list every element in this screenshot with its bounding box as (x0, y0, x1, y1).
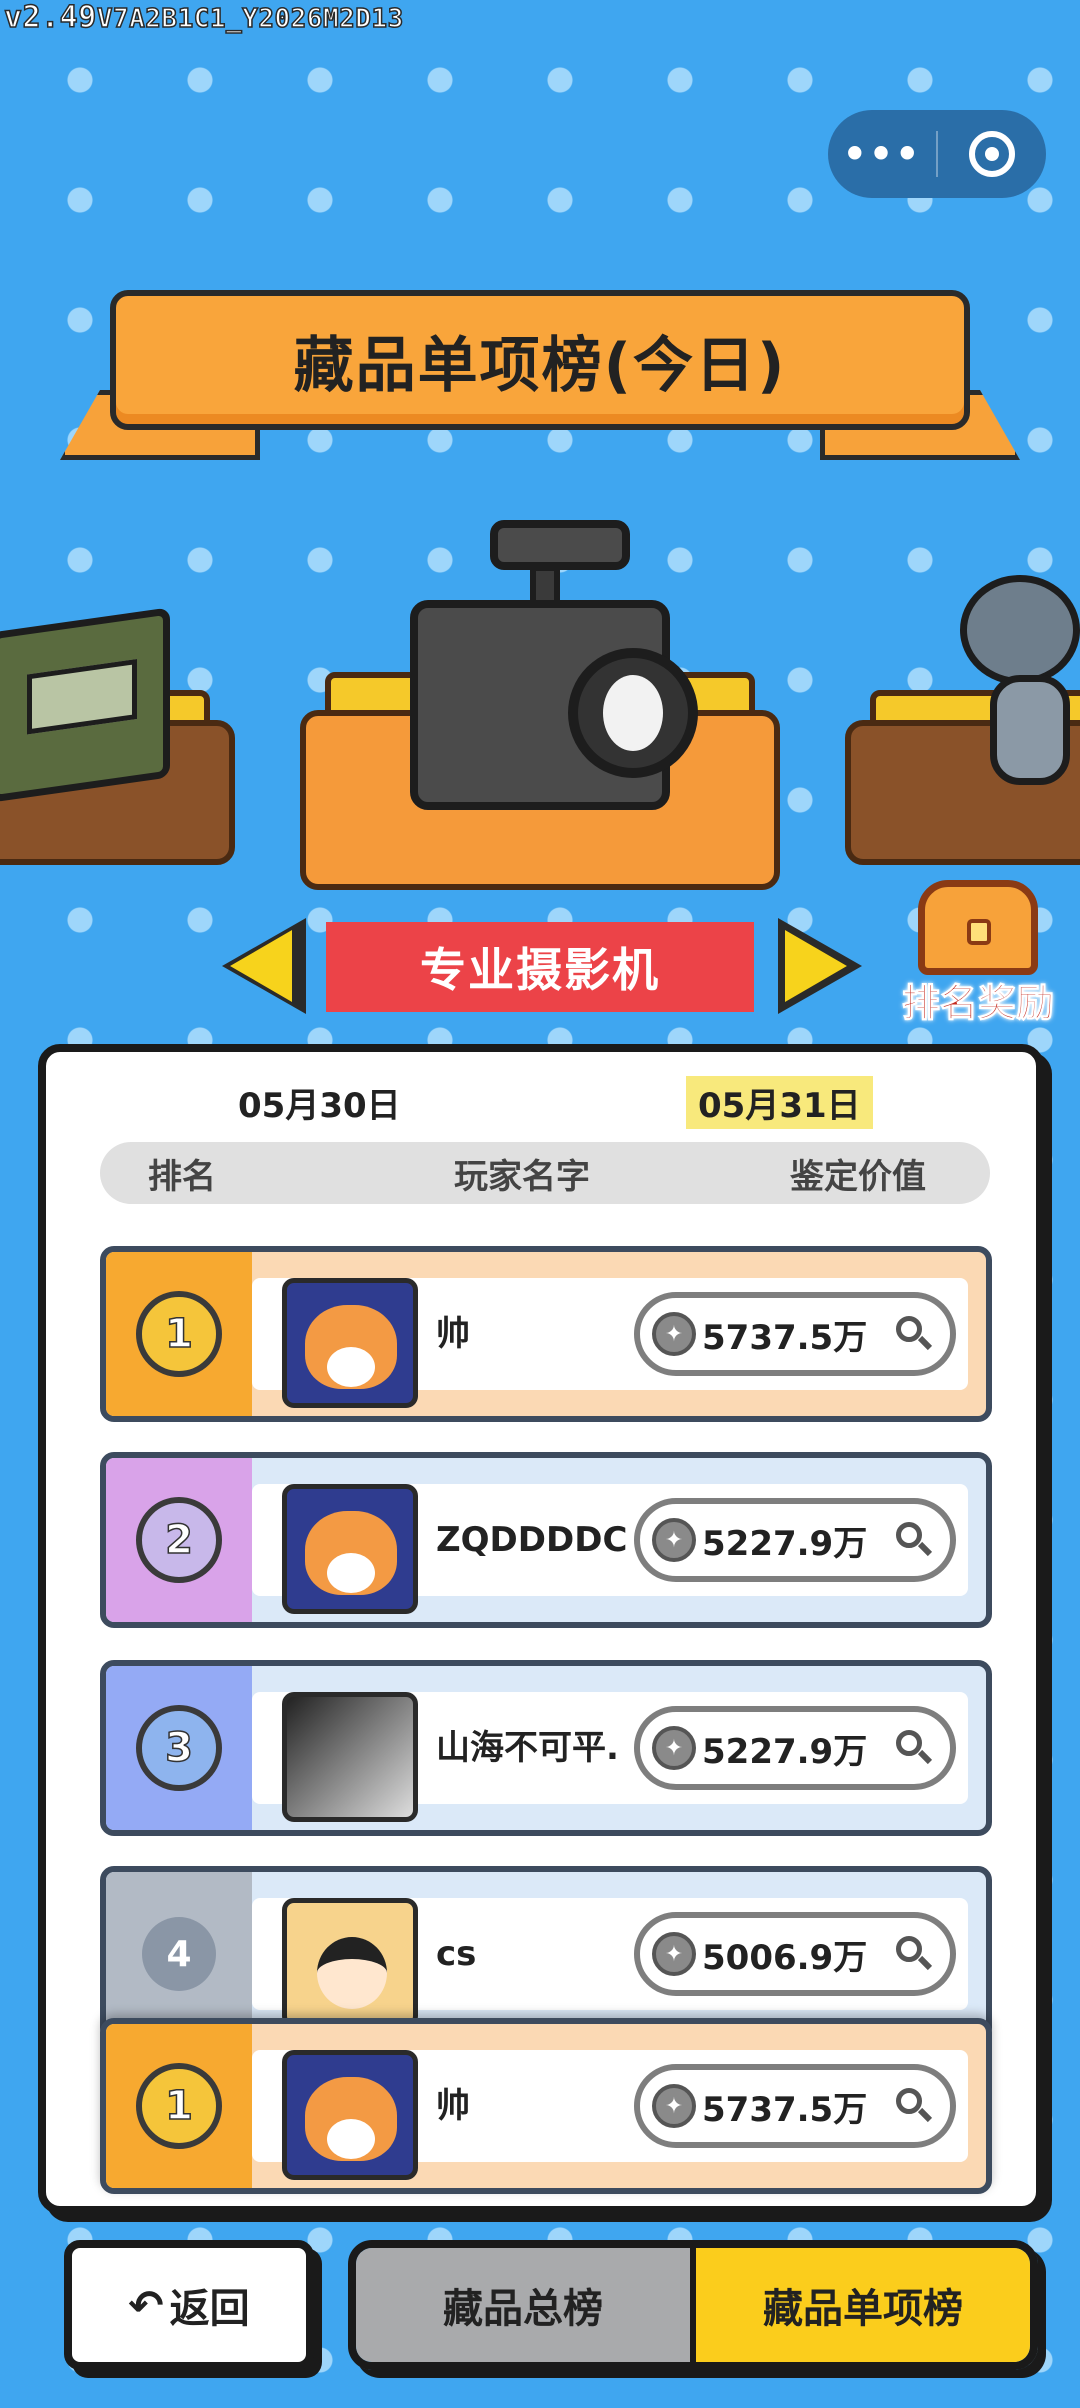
arrow-right-icon[interactable] (785, 930, 847, 1002)
avatar[interactable] (282, 2050, 418, 2180)
player-name: ZQDDDDC (436, 1520, 628, 1560)
mini-program-capsule: ••• (828, 110, 1046, 198)
search-icon[interactable] (896, 1936, 933, 1972)
rank-number: 4 (142, 1917, 216, 1991)
tab-single-ranking[interactable]: 藏品单项榜 (696, 2248, 1030, 2362)
value-pill[interactable]: ✦ 5737.5万 (634, 1292, 956, 1376)
bronze-medal-icon: 3 (136, 1705, 222, 1791)
header-rank: 排名 (148, 1156, 216, 1197)
date-tab-prev[interactable]: 05月30日 (226, 1076, 413, 1129)
appraised-value: 5737.5万 (702, 2089, 868, 2130)
avatar[interactable] (282, 1278, 418, 1408)
coin-icon: ✦ (652, 1726, 696, 1770)
header-player: 玩家名字 (454, 1156, 590, 1197)
version-label: v2.49V7A2B1C1_Y2026M2D13 (3, 0, 404, 36)
back-label: 返回 (169, 2286, 250, 2332)
appraised-value: 5227.9万 (702, 1731, 868, 1772)
appraised-value: 5006.9万 (702, 1937, 868, 1978)
laptop-collectible-icon[interactable] (0, 607, 170, 803)
page-title: 藏品单项榜(今日) (293, 330, 787, 401)
header-value: 鉴定价值 (790, 1156, 926, 1197)
back-button[interactable]: ↶ 返回 (64, 2240, 314, 2370)
my-rank-row[interactable]: 1 帅 ✦ 5737.5万 (100, 2018, 992, 2194)
search-icon[interactable] (896, 1730, 933, 1766)
gold-medal-icon: 1 (136, 2063, 222, 2149)
date-tab-current[interactable]: 05月31日 (686, 1076, 873, 1129)
camera-collectible-icon (410, 600, 698, 810)
coin-icon: ✦ (652, 2084, 696, 2128)
player-name: 山海不可平. (436, 1728, 619, 1768)
value-pill[interactable]: ✦ 5006.9万 (634, 1912, 956, 1996)
value-pill[interactable]: ✦ 5737.5万 (634, 2064, 956, 2148)
player-name: cs (436, 1934, 477, 1974)
title-banner: 藏品单项榜(今日) (60, 290, 1020, 470)
rank-reward-button[interactable]: 排名奖励 (888, 880, 1068, 1030)
coin-icon: ✦ (652, 1518, 696, 1562)
item-name-label: 专业摄影机 (326, 922, 754, 1012)
robot-collectible-icon[interactable] (960, 575, 1080, 795)
gold-medal-icon: 1 (136, 1291, 222, 1377)
search-icon[interactable] (896, 1522, 933, 1558)
table-row[interactable]: 3 山海不可平. ✦ 5227.9万 (100, 1660, 992, 1836)
treasure-chest-icon (918, 880, 1038, 975)
back-arrow-icon: ↶ (128, 2280, 164, 2330)
table-row[interactable]: 4 cs ✦ 5006.9万 (100, 1866, 992, 2042)
leaderboard-tabs: 藏品总榜 藏品单项榜 (348, 2240, 1038, 2370)
player-name: 帅 (436, 2086, 470, 2126)
player-name: 帅 (436, 1314, 470, 1354)
coin-icon: ✦ (652, 1932, 696, 1976)
arrow-left-icon[interactable] (230, 930, 292, 1002)
more-dots-icon[interactable]: ••• (828, 132, 936, 176)
search-icon[interactable] (896, 2088, 933, 2124)
rank-reward-label: 排名奖励 (901, 981, 1054, 1026)
target-icon[interactable] (938, 131, 1046, 177)
table-row[interactable]: 1 帅 ✦ 5737.5万 (100, 1246, 992, 1422)
camera-viewfinder (490, 520, 630, 570)
coin-icon: ✦ (652, 1312, 696, 1356)
appraised-value: 5737.5万 (702, 1317, 868, 1358)
avatar[interactable] (282, 1898, 418, 2028)
appraised-value: 5227.9万 (702, 1523, 868, 1564)
avatar[interactable] (282, 1692, 418, 1822)
table-header: 排名 玩家名字 鉴定价值 (100, 1142, 990, 1204)
silver-medal-icon: 2 (136, 1497, 222, 1583)
table-row[interactable]: 2 ZQDDDDC ✦ 5227.9万 (100, 1452, 992, 1628)
avatar[interactable] (282, 1484, 418, 1614)
value-pill[interactable]: ✦ 5227.9万 (634, 1498, 956, 1582)
leaderboard-panel: 05月30日 05月31日 排名 玩家名字 鉴定价值 1 帅 ✦ 5737.5万… (38, 1044, 1044, 2214)
value-pill[interactable]: ✦ 5227.9万 (634, 1706, 956, 1790)
tab-total-ranking[interactable]: 藏品总榜 (356, 2248, 696, 2362)
search-icon[interactable] (896, 1316, 933, 1352)
